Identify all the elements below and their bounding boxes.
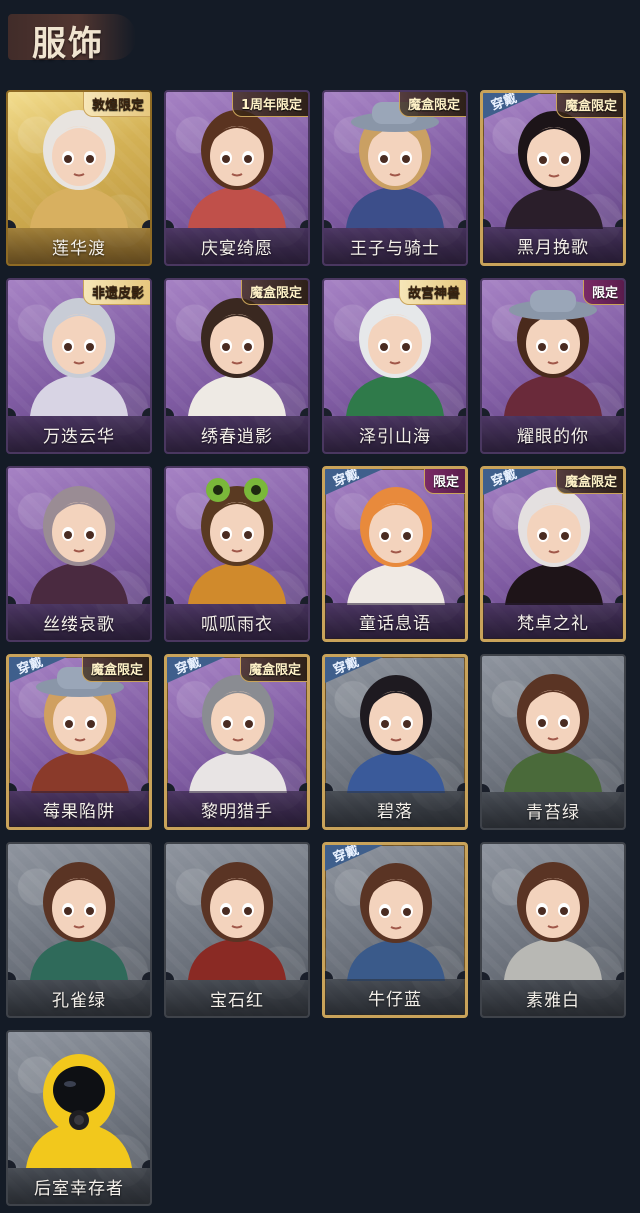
costume-name: 绣春逍影	[201, 426, 273, 447]
card-name-bar: 绣春逍影	[166, 416, 308, 452]
limited-tag: 魔盒限定	[398, 92, 466, 117]
limited-tag: 限定	[582, 280, 624, 305]
card-name-bar: 莲华渡	[8, 228, 150, 264]
limited-tag: 非遗皮影	[82, 280, 150, 305]
card-name-bar: 王子与骑士	[324, 228, 466, 264]
card-name-bar: 牛仔蓝	[325, 979, 465, 1015]
costume-card[interactable]: 魔盒限定绣春逍影	[164, 278, 310, 454]
limited-tag: 魔盒限定	[555, 93, 623, 118]
costume-card[interactable]: 宝石红	[164, 842, 310, 1018]
costume-name: 素雅白	[526, 990, 580, 1011]
costume-grid: 敦煌限定 莲华渡 1周年限定 庆宴绮愿 魔盒限定 王子与骑士 魔盒限定 穿戴 黑月挽歌 非遗皮影万…	[0, 0, 640, 1213]
costume-name: 莲华渡	[52, 238, 106, 259]
costume-name: 宝石红	[210, 990, 264, 1011]
costume-name: 万迭云华	[43, 426, 115, 447]
limited-tag: 1周年限定	[231, 92, 308, 117]
card-name-bar: 泽引山海	[324, 416, 466, 452]
costume-card[interactable]: 丝缕哀歌	[6, 466, 152, 642]
costume-name: 莓果陷阱	[43, 801, 115, 822]
avatar	[504, 862, 602, 980]
limited-tag: 魔盒限定	[239, 657, 307, 682]
limited-tag: 魔盒限定	[240, 280, 308, 305]
costume-card[interactable]: 限定 穿戴 童话息语	[322, 466, 468, 642]
costume-card[interactable]: 素雅白	[480, 842, 626, 1018]
limited-tag: 魔盒限定	[555, 469, 623, 494]
limited-tag: 魔盒限定	[81, 657, 149, 682]
costume-card[interactable]: 穿戴 牛仔蓝	[322, 842, 468, 1018]
costume-card[interactable]: 穿戴 碧落	[322, 654, 468, 830]
card-name-bar: 庆宴绮愿	[166, 228, 308, 264]
costume-card[interactable]: 魔盒限定 穿戴 梵卓之礼	[480, 466, 626, 642]
costume-name: 呱呱雨衣	[201, 614, 273, 635]
costume-name: 王子与骑士	[350, 238, 440, 259]
costume-card[interactable]: 青苔绿	[480, 654, 626, 830]
costume-name: 庆宴绮愿	[201, 238, 273, 259]
costume-name: 黎明猎手	[201, 801, 273, 822]
costume-card[interactable]: 故宫神兽泽引山海	[322, 278, 468, 454]
costume-name: 牛仔蓝	[368, 989, 422, 1010]
card-name-bar: 素雅白	[482, 980, 624, 1016]
avatar	[504, 674, 602, 792]
costume-card[interactable]: 呱呱雨衣	[164, 466, 310, 642]
costume-name: 梵卓之礼	[517, 613, 589, 634]
card-name-bar: 耀眼的你	[482, 416, 624, 452]
costume-card[interactable]: 非遗皮影万迭云华	[6, 278, 152, 454]
card-name-bar: 后室幸存者	[8, 1168, 150, 1204]
card-name-bar: 青苔绿	[482, 792, 624, 828]
costume-name: 青苔绿	[526, 802, 580, 823]
avatar	[188, 862, 286, 980]
costume-card[interactable]: 魔盒限定 穿戴 黎明猎手	[164, 654, 310, 830]
card-name-bar: 万迭云华	[8, 416, 150, 452]
card-name-bar: 童话息语	[325, 603, 465, 639]
card-name-bar: 丝缕哀歌	[8, 604, 150, 640]
costume-name: 黑月挽歌	[517, 237, 589, 258]
costume-name: 后室幸存者	[34, 1178, 124, 1199]
card-name-bar: 莓果陷阱	[9, 791, 149, 827]
costume-name: 泽引山海	[359, 426, 431, 447]
costume-card[interactable]: 限定耀眼的你	[480, 278, 626, 454]
card-name-bar: 呱呱雨衣	[166, 604, 308, 640]
avatar	[347, 863, 445, 981]
avatar	[188, 478, 286, 604]
costume-name: 耀眼的你	[517, 426, 589, 447]
avatar	[347, 675, 445, 793]
costume-card[interactable]: 1周年限定庆宴绮愿	[164, 90, 310, 266]
costume-card[interactable]: 魔盒限定王子与骑士	[322, 90, 468, 266]
costume-name: 丝缕哀歌	[43, 614, 115, 635]
costume-card[interactable]: 魔盒限定 穿戴 黑月挽歌	[480, 90, 626, 266]
avatar	[30, 486, 128, 604]
costume-name: 碧落	[377, 801, 413, 822]
limited-tag: 故宫神兽	[398, 280, 466, 305]
limited-tag: 限定	[423, 469, 465, 494]
costume-card[interactable]: 孔雀绿	[6, 842, 152, 1018]
costume-card[interactable]: 魔盒限定 穿戴 莓果陷阱	[6, 654, 152, 830]
card-name-bar: 宝石红	[166, 980, 308, 1016]
avatar	[26, 1054, 132, 1168]
card-name-bar: 梵卓之礼	[483, 603, 623, 639]
card-name-bar: 黑月挽歌	[483, 227, 623, 263]
costume-card[interactable]: 后室幸存者	[6, 1030, 152, 1206]
costume-name: 孔雀绿	[52, 990, 106, 1011]
card-name-bar: 黎明猎手	[167, 791, 307, 827]
card-name-bar: 碧落	[325, 791, 465, 827]
costume-card[interactable]: 敦煌限定莲华渡	[6, 90, 152, 266]
limited-tag: 敦煌限定	[82, 92, 150, 117]
costume-name: 童话息语	[359, 613, 431, 634]
card-name-bar: 孔雀绿	[8, 980, 150, 1016]
avatar	[30, 862, 128, 980]
